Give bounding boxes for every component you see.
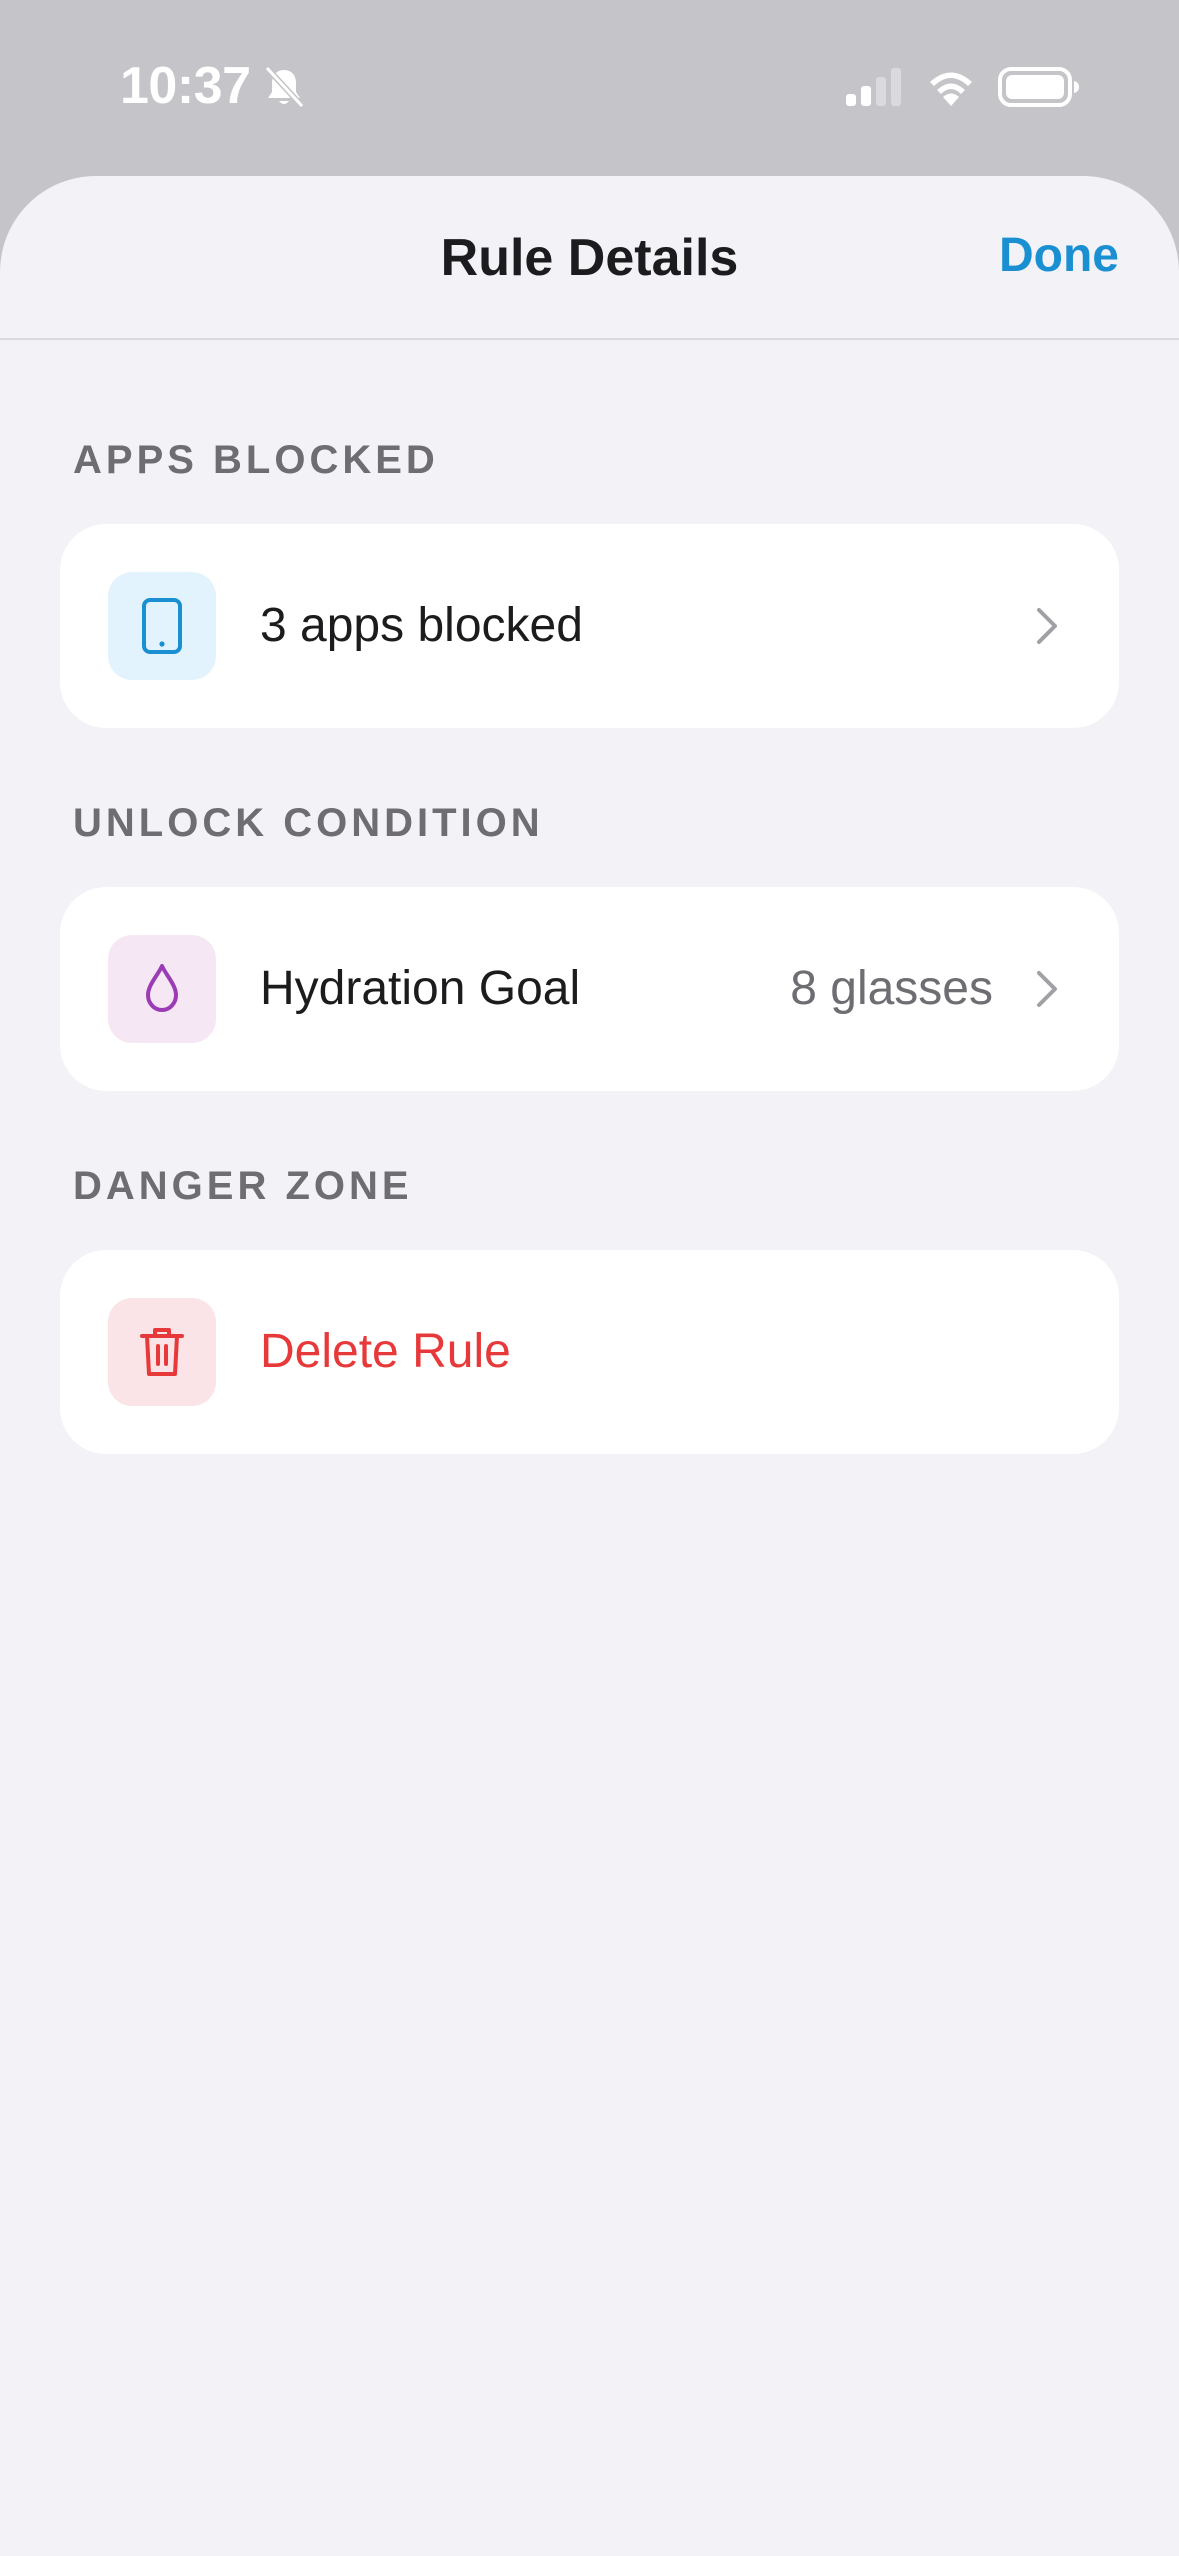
chevron-right-icon	[1037, 608, 1057, 644]
apps-blocked-label: 3 apps blocked	[260, 599, 583, 652]
navigation-bar: Rule Details Done	[0, 176, 1179, 340]
hydration-goal-value: 8 glasses	[790, 962, 993, 1015]
battery-icon	[998, 67, 1079, 107]
delete-rule-label: Delete Rule	[260, 1325, 511, 1378]
water-drop-icon	[146, 964, 178, 1012]
section-header-apps-blocked: APPS BLOCKED	[73, 438, 439, 482]
status-bar: 10:37	[0, 0, 1179, 176]
apps-blocked-row[interactable]: 3 apps blocked	[60, 524, 1119, 728]
hydration-goal-label: Hydration Goal	[260, 962, 581, 1015]
bell-slash-icon	[264, 65, 305, 109]
cellular-signal-icon	[846, 68, 901, 106]
done-button[interactable]: Done	[999, 228, 1119, 283]
phone-icon	[142, 598, 182, 654]
trash-icon-container	[108, 1298, 216, 1406]
water-drop-icon-container	[108, 935, 216, 1043]
rule-details-sheet: Rule Details Done APPS BLOCKED 3 apps bl…	[0, 176, 1179, 2556]
wifi-icon	[930, 72, 972, 106]
screen: 10:37 Rule Details Done APPS BLOCKED 3 a…	[0, 0, 1179, 2556]
trash-icon	[140, 1328, 184, 1376]
section-header-danger-zone: DANGER ZONE	[73, 1164, 413, 1208]
delete-rule-row[interactable]: Delete Rule	[60, 1250, 1119, 1454]
section-header-unlock-condition: UNLOCK CONDITION	[73, 801, 544, 845]
phone-icon-container	[108, 572, 216, 680]
status-time: 10:37	[120, 57, 251, 115]
chevron-right-icon	[1037, 971, 1057, 1007]
hydration-goal-row[interactable]: Hydration Goal 8 glasses	[60, 887, 1119, 1091]
